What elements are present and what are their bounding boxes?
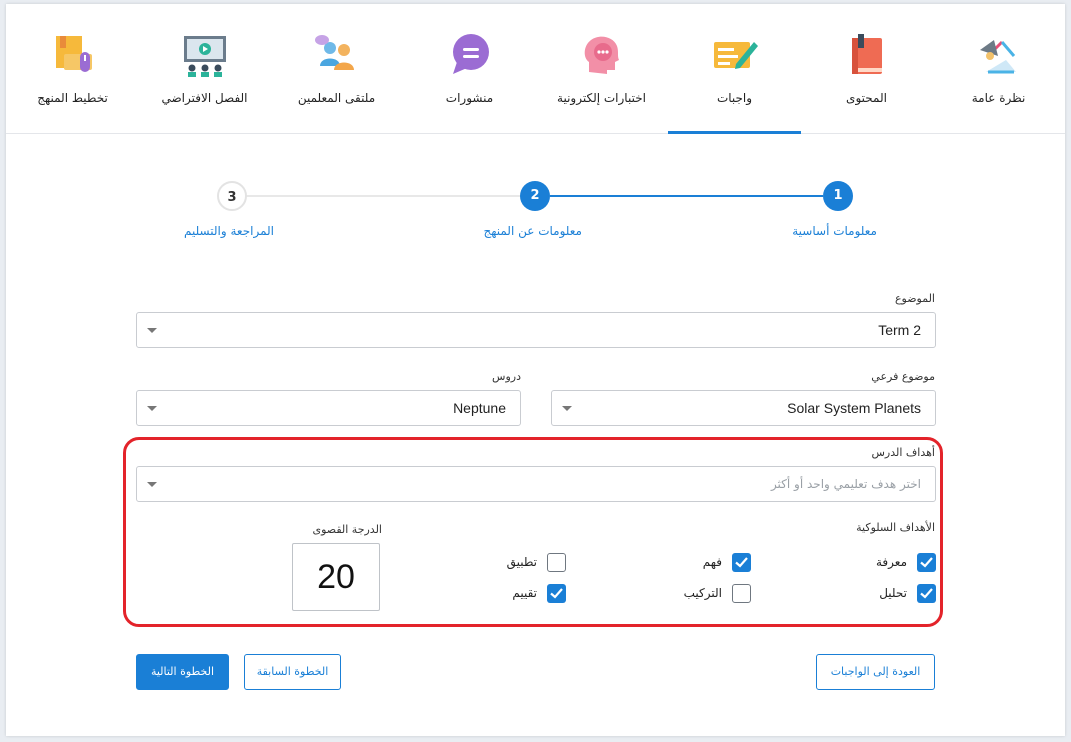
nav-item-quizzes[interactable]: اختبارات إلكترونية: [535, 4, 668, 133]
checkbox-synthesis-label: التركيب: [683, 586, 722, 600]
subject-select[interactable]: Term 2: [136, 312, 936, 348]
homework-icon: [668, 32, 801, 78]
teachers-forum-icon: [270, 32, 403, 78]
checkbox-comprehension[interactable]: [732, 553, 751, 572]
checkbox-evaluation-label: تقييم: [512, 586, 537, 600]
checkbox-comprehension-label: فهم: [702, 555, 722, 569]
nav-item-posts[interactable]: منشورات: [403, 4, 536, 133]
check-icon: [735, 557, 748, 568]
top-nav: نظرة عامة المحتوى واجبات اختبارات إلكترو…: [6, 4, 1065, 134]
stepper-line-pending: [245, 195, 520, 197]
nav-item-curriculum-plan[interactable]: تخطيط المنهج: [6, 4, 139, 133]
nav-item-homework[interactable]: واجبات: [668, 4, 801, 134]
subtopic-label: موضوع فرعي: [871, 370, 935, 383]
check-icon: [920, 557, 933, 568]
checkbox-analysis-label: تحليل: [879, 586, 907, 600]
back-to-homework-button[interactable]: العودة إلى الواجبات: [816, 654, 935, 690]
previous-step-button[interactable]: الخطوة السابقة: [244, 654, 341, 690]
nav-item-teachers-forum[interactable]: ملتقى المعلمين: [270, 4, 403, 133]
virtual-class-icon: [138, 32, 271, 78]
step-2-circle[interactable]: 2: [520, 181, 550, 211]
checkbox-knowledge-label: معرفة: [875, 555, 907, 569]
step-2-label: معلومات عن المنهج: [483, 224, 582, 238]
subject-label: الموضوع: [894, 292, 935, 305]
nav-label: منشورات: [445, 91, 494, 105]
check-icon: [920, 588, 933, 599]
assignment-card: نظرة عامة المحتوى واجبات اختبارات إلكترو…: [6, 4, 1065, 736]
quiz-head-icon: [535, 32, 668, 78]
step-1-circle[interactable]: 1: [823, 181, 853, 211]
max-score-input[interactable]: 20: [292, 543, 380, 611]
nav-item-virtual-class[interactable]: الفصل الافتراضي: [138, 4, 271, 133]
chevron-down-icon: [562, 406, 572, 411]
lessons-select[interactable]: Neptune: [136, 390, 521, 426]
stepper-line-done: [550, 195, 823, 197]
objectives-select[interactable]: اختر هدف تعليمي واحد أو أكثر: [136, 466, 936, 502]
subject-value: Term 2: [878, 322, 921, 338]
objectives-placeholder: اختر هدف تعليمي واحد أو أكثر: [770, 477, 921, 491]
checkbox-evaluation[interactable]: [547, 584, 566, 603]
nav-label: اختبارات إلكترونية: [557, 91, 646, 105]
checkbox-knowledge[interactable]: [917, 553, 936, 572]
objectives-label: أهداف الدرس: [871, 446, 935, 459]
step-3-circle[interactable]: 3: [217, 181, 247, 211]
next-step-button[interactable]: الخطوة التالية: [136, 654, 229, 690]
chevron-down-icon: [147, 328, 157, 333]
curriculum-plan-icon: [6, 32, 139, 78]
nav-item-overview[interactable]: نظرة عامة: [932, 4, 1065, 133]
nav-label: الفصل الافتراضي: [161, 91, 248, 105]
checkbox-application-label: تطبيق: [506, 555, 537, 569]
check-icon: [550, 588, 563, 599]
chevron-down-icon: [147, 406, 157, 411]
subtopic-value: Solar System Planets: [787, 400, 921, 416]
lessons-value: Neptune: [453, 400, 506, 416]
nav-label: واجبات: [716, 91, 753, 105]
subtopic-select[interactable]: Solar System Planets: [551, 390, 936, 426]
checkbox-application[interactable]: [547, 553, 566, 572]
step-3-label: المراجعة والتسليم: [183, 224, 274, 238]
max-score-label: الدرجة القصوى: [312, 523, 383, 536]
checkbox-synthesis[interactable]: [732, 584, 751, 603]
nav-item-content[interactable]: المحتوى: [800, 4, 933, 133]
lessons-label: دروس: [492, 370, 521, 383]
step-1-label: معلومات أساسية: [792, 224, 877, 238]
post-bubble-icon: [403, 32, 536, 78]
lamp-icon: [932, 32, 1065, 78]
nav-label: نظرة عامة: [971, 91, 1026, 105]
behavioral-label: الأهداف السلوكية: [856, 521, 935, 534]
book-icon: [800, 32, 933, 78]
nav-label: المحتوى: [846, 91, 887, 105]
checkbox-analysis[interactable]: [917, 584, 936, 603]
nav-label: ملتقى المعلمين: [297, 91, 376, 105]
nav-label: تخطيط المنهج: [37, 91, 108, 105]
chevron-down-icon: [147, 482, 157, 487]
